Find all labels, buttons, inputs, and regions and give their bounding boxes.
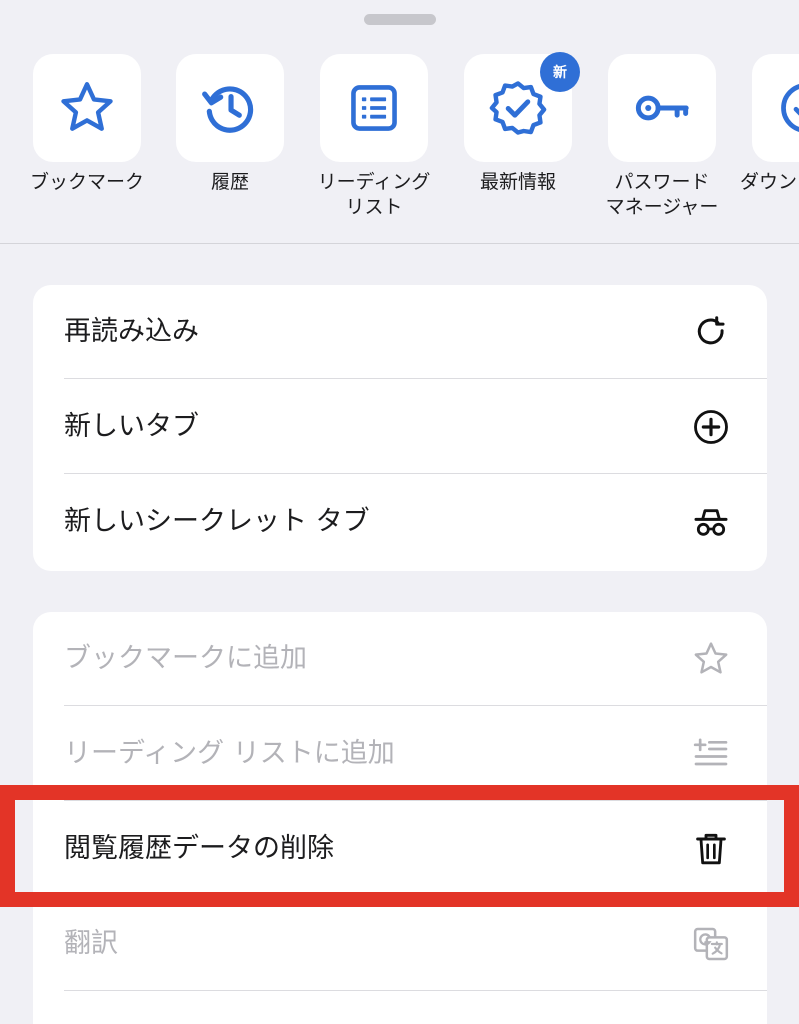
menu-item-new-tab[interactable]: 新しいタブ xyxy=(33,380,767,474)
menu-card-primary: 再読み込み 新しいタブ 新しいシークレット タブ xyxy=(33,285,767,571)
shortcut-label: 最新情報 xyxy=(479,171,556,193)
download-icon xyxy=(781,84,799,132)
shortcut-row: ブックマーク 履歴 リーディング リスト 新 最新情報 パスワード マネージャー… xyxy=(0,52,799,229)
shortcut-tile[interactable] xyxy=(752,54,799,162)
reading-list-icon xyxy=(351,85,397,131)
shortcut-label: パスワード マネージャー xyxy=(605,171,719,218)
new-tab-plus-icon xyxy=(694,410,728,444)
shortcut-label: ダウン xyxy=(740,171,798,193)
menu-item-label: 新しいタブ xyxy=(64,411,199,442)
row-separator xyxy=(64,705,767,706)
menu-item-add-to-reading-list[interactable]: リーディング リストに追加 xyxy=(33,707,767,801)
menu-item-label: 新しいシークレット タブ xyxy=(64,506,370,537)
row-separator xyxy=(64,800,767,801)
shortcut-label: リーディング リスト xyxy=(317,171,431,218)
menu-card-secondary: ブックマークに追加 リーディング リストに追加 閲覧履歴データの削除 翻訳 xyxy=(33,612,767,1024)
reload-icon xyxy=(697,316,725,345)
row-separator xyxy=(64,990,767,991)
new-badge: 新 xyxy=(540,52,580,92)
verified-badge-icon xyxy=(489,81,547,135)
menu-item-new-incognito-tab[interactable]: 新しいシークレット タブ xyxy=(33,475,767,569)
shortcut-label: 履歴 xyxy=(210,171,249,193)
shortcut-tile[interactable] xyxy=(33,54,141,162)
trash-icon xyxy=(696,833,726,865)
row-separator xyxy=(64,895,767,896)
shortcut-label: ブックマーク xyxy=(29,171,144,193)
sheet-grabber[interactable] xyxy=(364,14,436,25)
add-to-reading-list-icon xyxy=(693,738,728,766)
star-outline-icon xyxy=(694,642,728,674)
menu-item-label: 閲覧履歴データの削除 xyxy=(64,833,334,864)
menu-item-clear-browsing-data[interactable]: 閲覧履歴データの削除 xyxy=(33,802,767,896)
shortcut-tile[interactable] xyxy=(176,54,284,162)
shortcut-tile[interactable] xyxy=(608,54,716,162)
menu-item-label: 翻訳 xyxy=(64,928,118,959)
menu-item-add-bookmark[interactable]: ブックマークに追加 xyxy=(33,612,767,706)
section-divider xyxy=(0,243,799,244)
star-icon xyxy=(61,82,113,131)
history-icon xyxy=(202,86,254,133)
menu-sheet: ブックマーク 履歴 リーディング リスト 新 最新情報 パスワード マネージャー… xyxy=(0,0,799,1024)
row-separator xyxy=(64,473,767,474)
incognito-icon xyxy=(694,509,728,536)
key-icon xyxy=(635,95,689,121)
menu-item-label: リーディング リストに追加 xyxy=(64,738,395,769)
menu-item-label: ブックマークに追加 xyxy=(64,643,307,674)
menu-item-reload[interactable]: 再読み込み xyxy=(33,285,767,379)
shortcut-tile[interactable] xyxy=(320,54,428,162)
menu-item-translate[interactable]: 翻訳 xyxy=(33,897,767,991)
menu-item-label: 再読み込み xyxy=(64,316,199,347)
row-separator xyxy=(64,378,767,379)
translate-icon xyxy=(693,927,729,961)
